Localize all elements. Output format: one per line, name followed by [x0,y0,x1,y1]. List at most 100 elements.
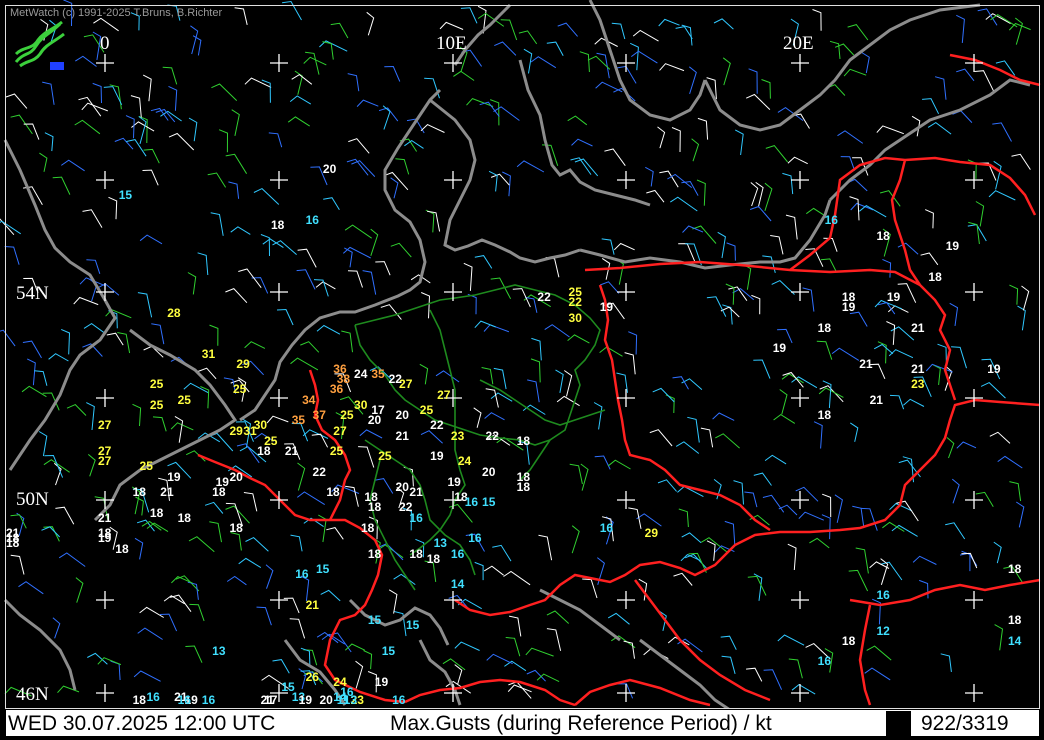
wind-barb [675,26,693,40]
wind-barb [362,270,377,295]
gust-value: 27 [98,418,112,433]
gust-value: 31 [243,423,257,438]
gust-value: 30 [568,310,582,325]
wind-barb [87,454,96,477]
gust-value: 20 [367,413,382,428]
gust-value: 19 [772,341,787,356]
gust-value: 24 [457,454,472,469]
gust-value: 30 [354,397,368,412]
gust-value: 15 [482,495,496,510]
wind-barb [366,11,375,36]
wind-barb [657,126,666,149]
gust-value: 29 [229,423,243,438]
wind-barb [114,137,134,150]
wind-barb [691,138,700,162]
gust-value: 11 [336,693,350,707]
wind-barb [773,413,796,424]
wind-barb [225,288,248,304]
wind-barb [190,25,199,55]
wind-barb [959,552,978,567]
gust-value: 18 [212,485,226,500]
gust-value: 27 [98,454,112,469]
wind-barb [108,196,118,220]
gust-value: 18 [257,444,271,459]
wind-barb [876,125,904,135]
wind-barb [344,643,366,651]
wind-barb [305,51,320,75]
gust-value: 18 [271,218,285,233]
weather-map[interactable]: MetWatch (c) 1991-2025 T.Bruns, B.Richte… [0,0,1044,740]
wind-barb [272,659,290,674]
gust-value: 21 [160,485,174,500]
gust-value: 18 [177,510,191,525]
wind-barb [806,207,826,217]
wind-barb [210,212,224,236]
gust-value: 18 [367,546,382,561]
gust-value: 19 [841,300,856,315]
wind-barb [615,258,624,285]
gust-value: 18 [132,693,146,707]
wind-barb [765,145,788,163]
wind-barb [162,66,178,85]
wind-barb [531,337,542,361]
wind-barb [228,181,240,199]
wind-barb [289,95,312,105]
wind-barb [764,182,773,212]
wind-barb [782,172,794,195]
wind-barb [934,76,947,100]
wind-barb [956,441,977,449]
gust-value: 20 [395,408,409,423]
wind-barb [678,508,689,528]
wind-barb [493,367,507,390]
wind-barb [782,371,804,388]
wind-barb [390,177,399,199]
gust-value: 16 [468,531,482,546]
wind-barb [569,463,583,485]
gust-value: 18 [409,546,423,561]
wind-barb [363,650,373,670]
wind-barb [974,70,995,92]
wind-barb [319,40,348,52]
wind-barb [316,324,341,335]
wind-barb [234,7,248,26]
wind-barb [787,156,808,165]
gust-value: 15 [381,644,396,659]
wind-barb [795,486,819,502]
gust-value: 15 [315,562,330,577]
wind-barb [388,589,398,614]
wind-barb [681,378,703,390]
gust-value: 16 [177,693,191,707]
wind-barb [761,79,771,99]
wind-barb [21,385,47,398]
wind-barb [1016,501,1025,528]
gust-value: 22 [537,290,551,305]
wind-barb [48,353,69,362]
gust-value: 29 [236,356,250,371]
gust-value: 14 [450,577,465,592]
wind-barb [500,19,518,41]
wind-barb [83,322,104,333]
wind-barb [87,652,108,665]
wind-barb [920,252,939,266]
wind-barb [73,296,99,306]
wind-barb [474,320,496,329]
gust-value: 18 [426,551,441,566]
wind-barb [593,402,603,430]
wind-barb [142,169,159,186]
wind-barb [268,132,283,148]
station-count: 922/3319 [921,712,1009,735]
wind-barb [829,40,841,59]
wind-barb [463,262,473,291]
wind-barb [788,658,803,679]
wind-barb [545,257,560,278]
wind-barb [678,243,696,262]
wind-barb [384,65,401,82]
wind-barb [617,683,634,699]
wind-barb [42,81,55,105]
wind-barb [582,578,598,599]
gust-value: 20 [229,469,243,484]
gust-value: 21 [911,320,925,335]
wind-barb [538,534,553,561]
wind-barb [546,610,570,624]
wind-barb [244,77,272,88]
